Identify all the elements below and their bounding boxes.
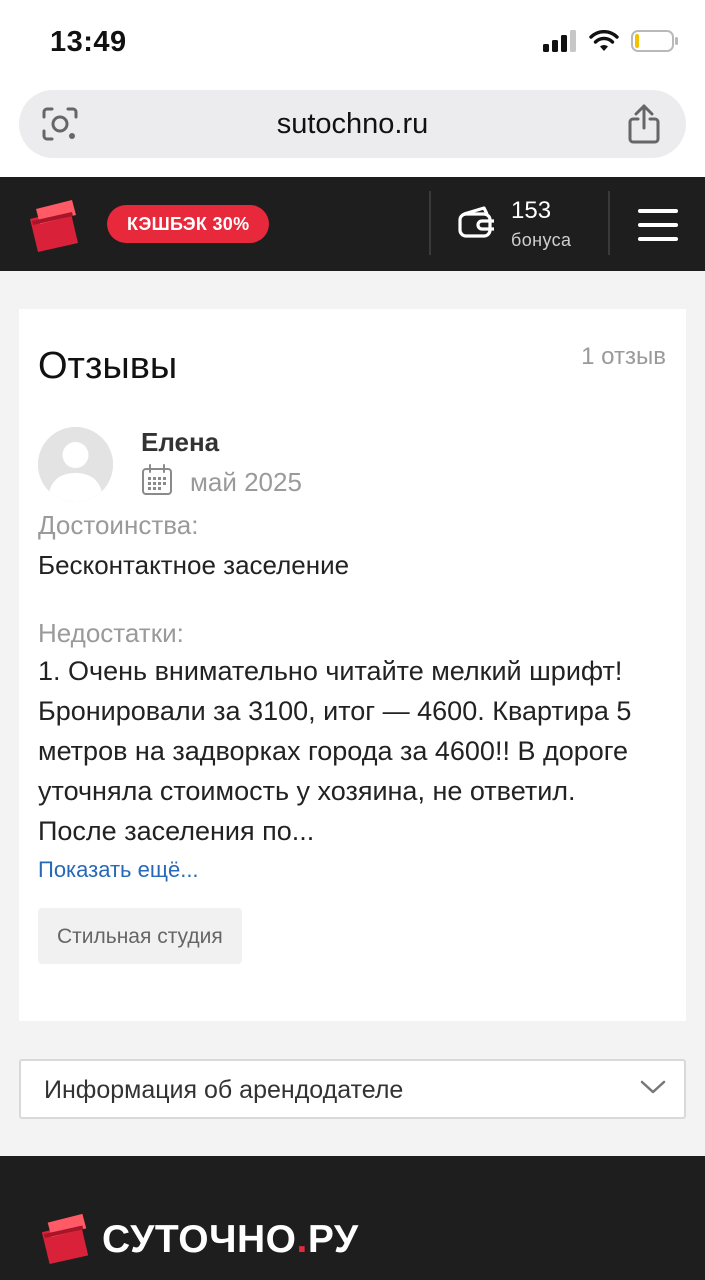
menu-icon[interactable] <box>638 209 678 241</box>
accordion-label[interactable]: Информация об арендодателе <box>44 1076 403 1105</box>
sutochno-logo-icon[interactable] <box>26 197 84 253</box>
avatar <box>38 427 113 502</box>
site-footer: СУТОЧНО.РУ <box>0 1156 705 1280</box>
listing-tag: Стильная студия <box>38 908 242 964</box>
calendar-icon <box>142 464 172 495</box>
sutochno-footer-logo-icon[interactable] <box>38 1211 94 1265</box>
pros-text: Бесконтактное заселение <box>38 550 350 580</box>
status-icons <box>543 30 679 52</box>
header-divider <box>608 191 610 255</box>
brand-dot: . <box>296 1218 308 1261</box>
review-date: май 2025 <box>190 467 302 497</box>
footer-brand[interactable]: СУТОЧНО.РУ <box>102 1218 359 1262</box>
cashback-badge[interactable]: КЭШБЭК 30% <box>107 205 270 243</box>
bonus-count[interactable]: 153 <box>511 197 551 225</box>
cellular-signal-icon <box>543 30 576 52</box>
status-bar: 13:49 <box>0 0 705 86</box>
wifi-icon <box>589 30 619 51</box>
user-placeholder-icon <box>38 427 113 502</box>
browser-toolbar: sutochno.ru <box>0 86 705 177</box>
review-author: Елена <box>141 427 220 457</box>
address-bar[interactable]: sutochno.ru <box>19 90 686 158</box>
cons-label: Недостатки: <box>38 618 184 648</box>
battery-icon <box>631 30 678 52</box>
reviews-title: Отзывы <box>38 345 178 387</box>
reviews-card: Отзывы 1 отзыв Елена май 2025 Достоинств… <box>19 309 686 1021</box>
share-icon[interactable] <box>628 104 660 144</box>
brand-tail: РУ <box>307 1218 359 1261</box>
url-text[interactable]: sutochno.ru <box>19 108 686 141</box>
wallet-icon[interactable] <box>458 205 496 239</box>
show-more-link[interactable]: Показать ещё... <box>38 857 199 883</box>
landlord-info-accordion[interactable]: Информация об арендодателе <box>19 1059 686 1119</box>
brand-main: СУТОЧНО <box>102 1218 297 1261</box>
header-divider <box>429 191 431 255</box>
status-time: 13:49 <box>50 26 127 58</box>
pros-label: Достоинства: <box>38 510 199 540</box>
site-header: КЭШБЭК 30% 153 бонуса <box>0 177 705 271</box>
cons-text: 1. Очень внимательно читайте мелкий шриф… <box>38 656 632 846</box>
chevron-down-icon[interactable] <box>640 1079 666 1095</box>
reviews-count: 1 отзыв <box>581 343 666 370</box>
bonus-label[interactable]: бонуса <box>511 230 571 251</box>
